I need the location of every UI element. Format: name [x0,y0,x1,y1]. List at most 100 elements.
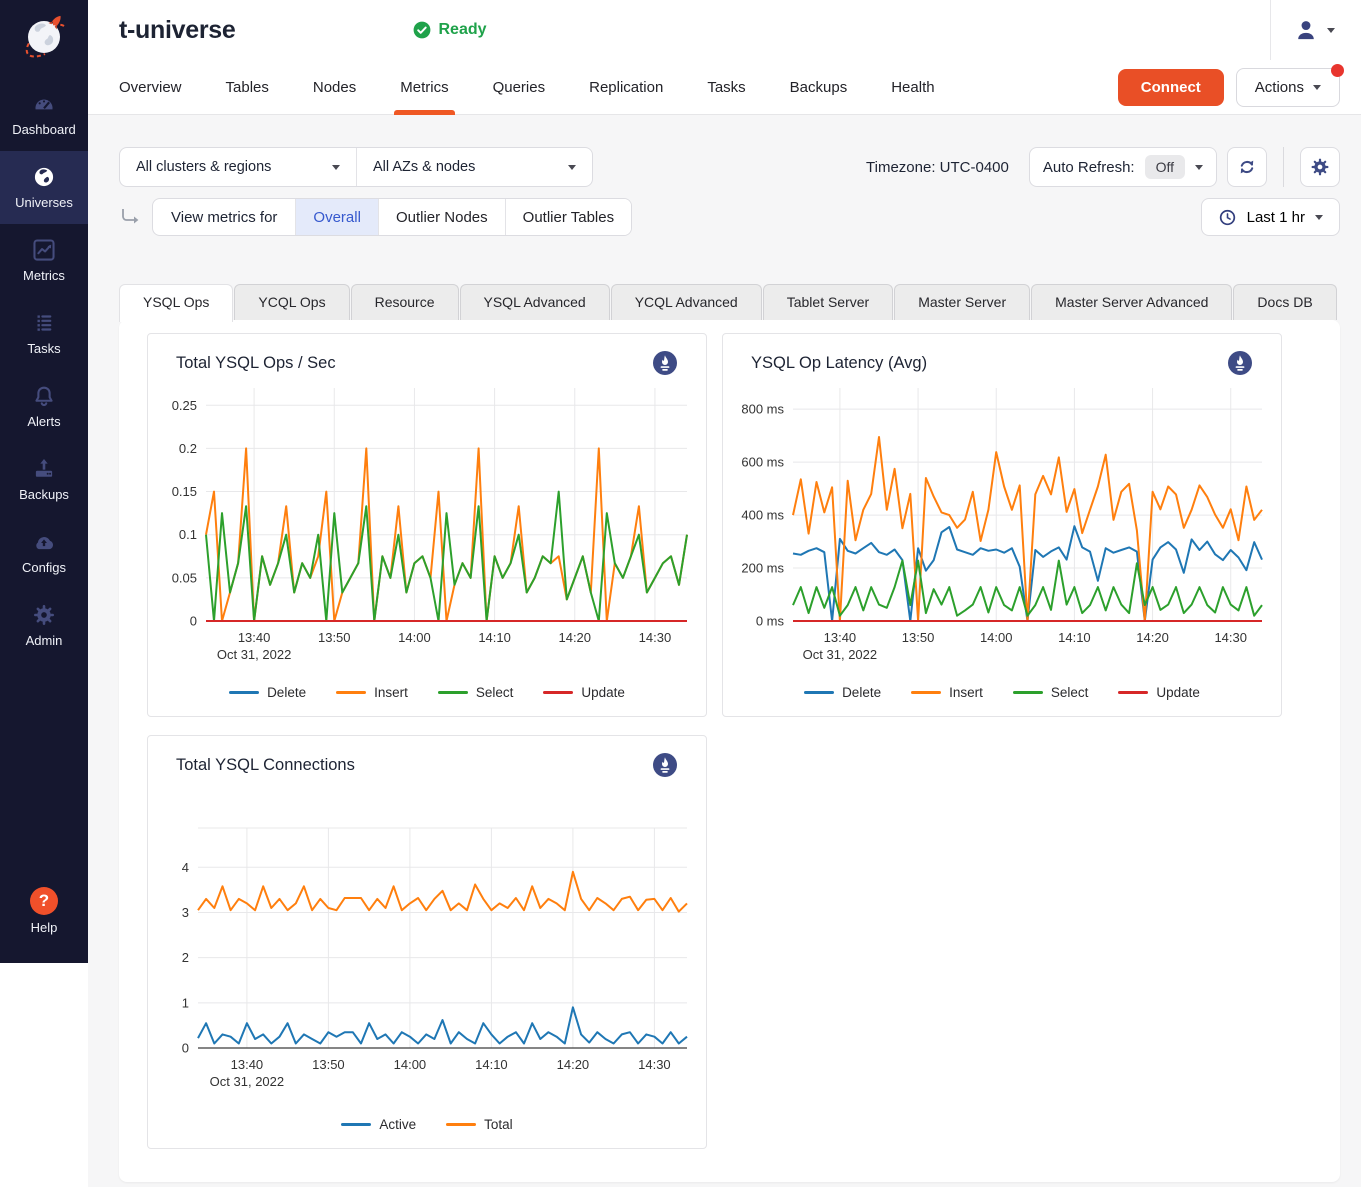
sidebar-item-tasks[interactable]: Tasks [0,297,88,370]
legend-swatch [336,691,366,694]
tab-nodes[interactable]: Nodes [313,60,356,115]
main-area: t-universe Ready Overview Tables Nodes M… [88,0,1361,1187]
chart-plot-area: 800 ms600 ms400 ms200 ms0 ms13:40Oct 31,… [723,376,1281,681]
connect-button[interactable]: Connect [1118,69,1224,106]
metric-tab-master-server[interactable]: Master Server [894,284,1030,320]
universe-nav: Overview Tables Nodes Metrics Queries Re… [88,60,1361,115]
refresh-button[interactable] [1227,147,1267,187]
svg-text:0: 0 [190,614,197,629]
metric-tab-ysql-ops[interactable]: YSQL Ops [119,284,233,322]
legend-label: Delete [842,685,881,700]
user-menu[interactable] [1270,0,1361,60]
clusters-regions-select[interactable]: All clusters & regions [120,148,356,186]
svg-text:0.1: 0.1 [179,527,197,542]
legend-swatch [543,691,573,694]
prometheus-icon[interactable] [1227,350,1253,376]
sidebar-item-label: Help [31,920,58,935]
legend-label: Insert [374,685,408,700]
tab-tasks[interactable]: Tasks [707,60,745,115]
app-logo[interactable] [0,0,88,78]
view-tab-outlier-tables[interactable]: Outlier Tables [505,199,631,235]
legend-label: Delete [267,685,306,700]
svg-text:14:20: 14:20 [1136,630,1169,645]
sidebar-item-label: Universes [15,195,73,210]
metric-tab-master-server-advanced[interactable]: Master Server Advanced [1031,284,1232,320]
refresh-icon [1236,156,1258,178]
sidebar-item-label: Metrics [23,268,65,283]
metric-tab-resource[interactable]: Resource [351,284,459,320]
svg-text:13:40: 13:40 [238,630,271,645]
gear-icon [31,602,57,628]
svg-text:1: 1 [182,995,189,1010]
tab-replication[interactable]: Replication [589,60,663,115]
metric-tab-tablet-server[interactable]: Tablet Server [763,284,893,320]
metric-tab-ycql-ops[interactable]: YCQL Ops [234,284,349,320]
x-axis-date-label: Oct 31, 2022 [210,1074,284,1089]
svg-text:13:50: 13:50 [312,1057,345,1072]
dashboard-gauge-icon [31,91,57,117]
chevron-down-icon[interactable] [1195,165,1203,170]
line-chart-icon [31,237,57,263]
sidebar-item-dashboard[interactable]: Dashboard [0,78,88,151]
legend-swatch [804,691,834,694]
legend-item-active[interactable]: Active [341,1117,416,1132]
tab-overview[interactable]: Overview [119,60,182,115]
status-text: Ready [438,21,486,39]
chart-canvas: 0.250.20.150.10.05013:40Oct 31, 202213:5… [162,376,692,676]
planet-rocket-logo [17,10,71,68]
actions-button[interactable]: Actions [1236,68,1340,107]
legend-label: Select [1051,685,1089,700]
cloud-upload-icon [31,529,57,555]
chart-card-total-ysql-connections: Total YSQL Connections 4321013:40Oct 31,… [147,735,707,1149]
sidebar-item-backups[interactable]: Backups [0,443,88,516]
svg-text:14:20: 14:20 [557,1057,590,1072]
svg-text:0 ms: 0 ms [756,614,785,629]
legend-item-insert[interactable]: Insert [336,685,408,700]
view-tab-outlier-nodes[interactable]: Outlier Nodes [378,199,505,235]
tab-tables[interactable]: Tables [226,60,269,115]
chevron-down-icon [1315,215,1323,220]
settings-button[interactable] [1300,147,1340,187]
task-list-icon [31,310,57,336]
svg-text:14:30: 14:30 [639,630,672,645]
sidebar-item-universes[interactable]: Universes [0,151,88,224]
tab-queries[interactable]: Queries [493,60,546,115]
svg-text:200 ms: 200 ms [741,561,784,576]
tab-backups[interactable]: Backups [790,60,848,115]
legend-item-update[interactable]: Update [543,685,625,700]
tab-health[interactable]: Health [891,60,934,115]
sidebar-item-alerts[interactable]: Alerts [0,370,88,443]
legend-item-delete[interactable]: Delete [229,685,306,700]
legend-item-select[interactable]: Select [1013,685,1089,700]
svg-text:14:20: 14:20 [558,630,591,645]
view-tab-overall[interactable]: Overall [295,199,378,235]
prometheus-icon[interactable] [652,752,678,778]
x-axis-date-label: Oct 31, 2022 [217,647,291,662]
chart-plot-area: 0.250.20.150.10.05013:40Oct 31, 202213:5… [148,376,706,681]
legend-item-total[interactable]: Total [446,1117,513,1132]
sidebar-item-help[interactable]: ? Help [0,874,88,949]
header: t-universe Ready [88,0,1361,60]
metric-tab-docs-db[interactable]: Docs DB [1233,284,1336,320]
prometheus-icon[interactable] [652,350,678,376]
metric-tab-ycql-advanced[interactable]: YCQL Advanced [611,284,762,320]
time-range-button[interactable]: Last 1 hr [1201,198,1340,236]
svg-text:13:40: 13:40 [824,630,857,645]
svg-text:13:40: 13:40 [231,1057,264,1072]
series-line-insert [793,437,1262,621]
sidebar-item-label: Admin [26,633,63,648]
sidebar-item-metrics[interactable]: Metrics [0,224,88,297]
legend-item-update[interactable]: Update [1118,685,1200,700]
sidebar-item-configs[interactable]: Configs [0,516,88,589]
legend-item-insert[interactable]: Insert [911,685,983,700]
tab-metrics[interactable]: Metrics [400,60,448,115]
metric-tab-ysql-advanced[interactable]: YSQL Advanced [460,284,610,320]
sidebar-item-label: Alerts [27,414,60,429]
auto-refresh-value[interactable]: Off [1145,155,1185,179]
series-line-total [198,872,687,912]
azs-nodes-select[interactable]: All AZs & nodes [356,148,592,186]
legend-item-select[interactable]: Select [438,685,514,700]
legend-item-delete[interactable]: Delete [804,685,881,700]
sidebar-item-admin[interactable]: Admin [0,589,88,662]
divider [1283,147,1284,187]
